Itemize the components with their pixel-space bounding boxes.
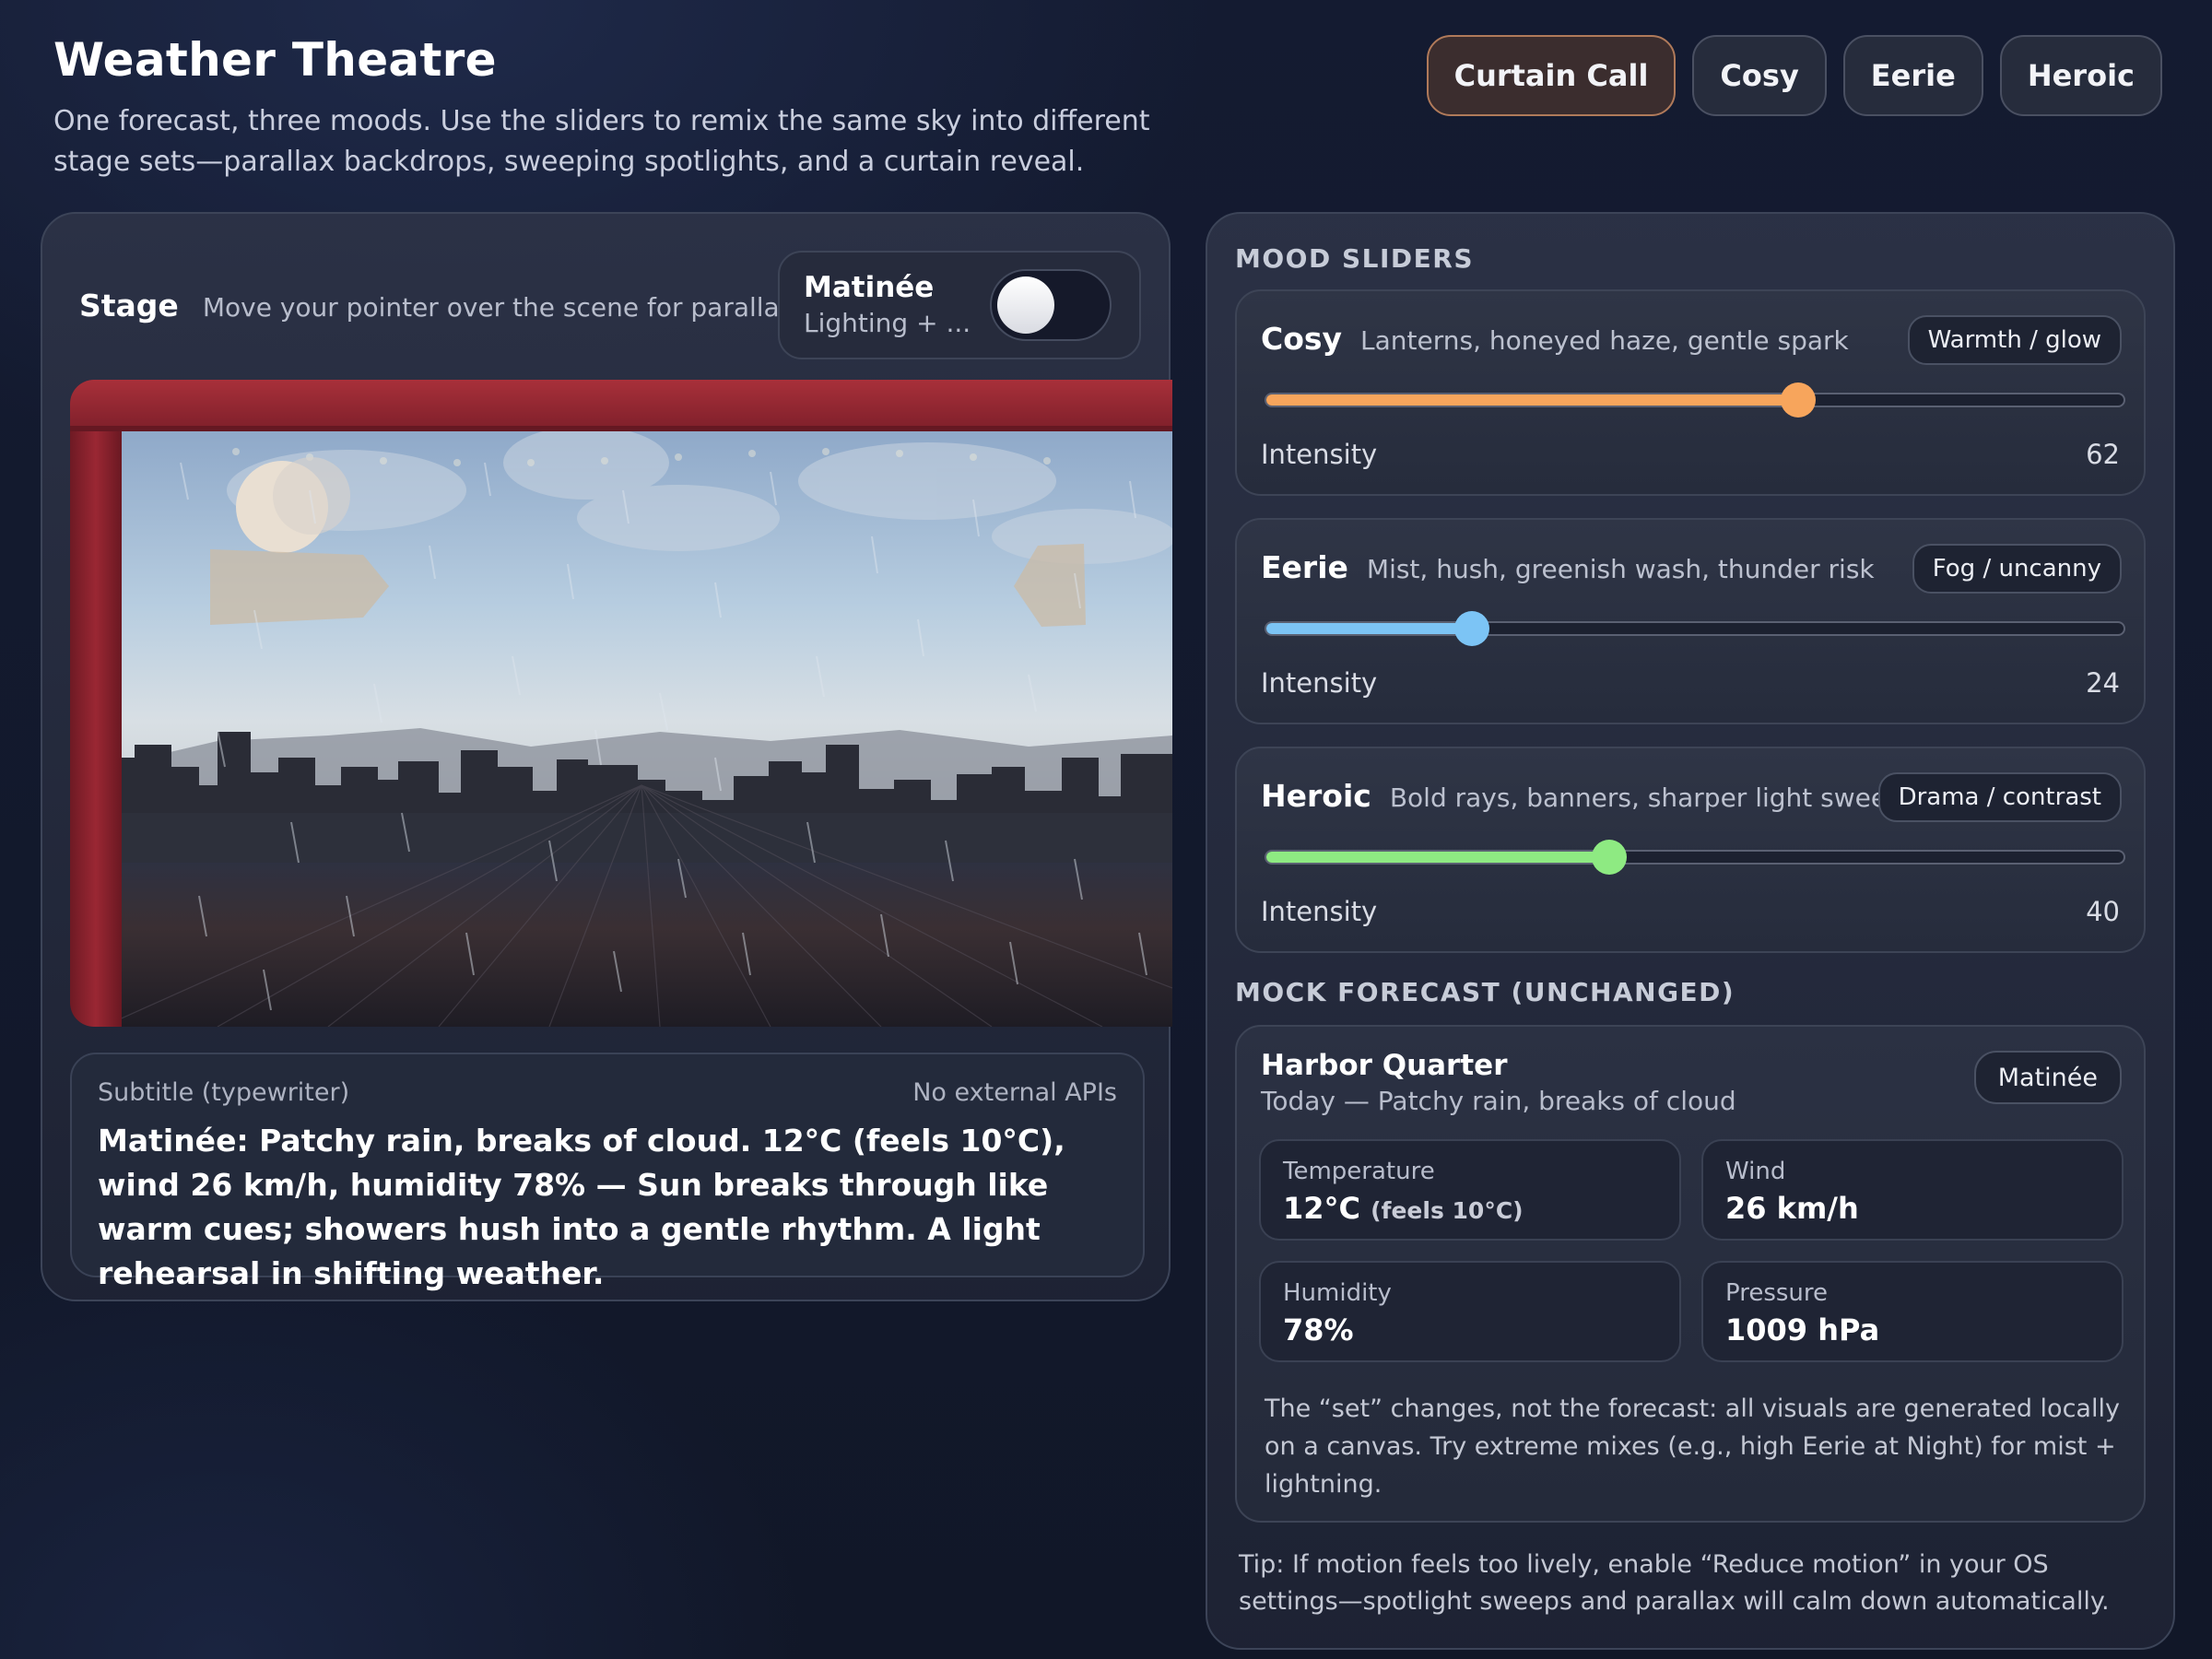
- wind-metric: Wind 26 km/h: [1701, 1139, 2124, 1241]
- matinee-switch[interactable]: [990, 269, 1112, 341]
- stage-hint: Move your pointer over the scene for par…: [202, 292, 805, 323]
- cosy-slider-card: Cosy Lanterns, honeyed haze, gentle spar…: [1235, 289, 2146, 496]
- temperature-metric: Temperature 12°C (feels 10°C): [1259, 1139, 1681, 1241]
- stage-canvas[interactable]: [70, 380, 1172, 1027]
- intensity-label: Intensity: [1261, 439, 1378, 470]
- slider-thumb[interactable]: [1780, 382, 1816, 418]
- mood-sliders-heading: MOOD SLIDERS: [1235, 243, 1474, 274]
- feels-like-value: (feels 10°C): [1371, 1197, 1524, 1224]
- intensity-value: 62: [2086, 439, 2120, 470]
- intensity-label: Intensity: [1261, 896, 1378, 927]
- temperature-value: 12°C: [1283, 1191, 1361, 1226]
- humidity-metric: Humidity 78%: [1259, 1261, 1681, 1362]
- heroic-preset-button[interactable]: Heroic: [1999, 35, 2162, 116]
- stage-header: Stage Move your pointer over the scene f…: [79, 288, 804, 324]
- eerie-preset-button[interactable]: Eerie: [1842, 35, 1983, 116]
- slider-description: Mist, hush, greenish wash, thunder risk: [1366, 554, 1875, 584]
- metric-label: Pressure: [1725, 1279, 1829, 1307]
- slider-name: Heroic: [1261, 778, 1371, 814]
- toggle-subtitle: Lighting + ...: [804, 308, 971, 338]
- slider-name: Eerie: [1261, 549, 1348, 585]
- metric-value: 26 km/h: [1725, 1191, 1859, 1226]
- cosy-slider[interactable]: [1265, 382, 2125, 418]
- stage-scene[interactable]: [70, 380, 1172, 1027]
- subtitle-box: Subtitle (typewriter) No external APIs M…: [70, 1053, 1145, 1291]
- slider-name: Cosy: [1261, 321, 1343, 357]
- stage-floor: [107, 863, 1172, 1027]
- intensity-value: 24: [2086, 667, 2120, 699]
- slider-thumb[interactable]: [1592, 840, 1627, 875]
- slider-description: Lanterns, honeyed haze, gentle spark: [1360, 325, 1849, 356]
- forecast-card: Harbor Quarter Today — Patchy rain, brea…: [1235, 1025, 2146, 1523]
- banner-left: [210, 549, 389, 625]
- metric-value: 78%: [1283, 1312, 1354, 1347]
- intensity-value: 40: [2086, 896, 2120, 927]
- metric-label: Wind: [1725, 1158, 1786, 1185]
- page-subtitle: One forecast, three moods. Use the slide…: [53, 105, 1150, 178]
- heroic-slider-card: Heroic Bold rays, banners, sharper light…: [1235, 747, 2146, 953]
- metric-label: Temperature: [1283, 1158, 1435, 1185]
- subtitle-label: Subtitle (typewriter): [98, 1078, 350, 1107]
- page-title: Weather Theatre: [53, 33, 497, 87]
- motion-tip: Tip: If motion feels too lively, enable …: [1239, 1550, 2110, 1616]
- metric-label: Humidity: [1283, 1279, 1392, 1307]
- curtain-left: [70, 431, 122, 1027]
- slider-description: Bold rays, banners, sharper light sweeps: [1389, 782, 1917, 813]
- forecast-lighting-chip: Matinée: [1973, 1051, 2122, 1104]
- slider-fill: [1266, 394, 1798, 406]
- slider-thumb[interactable]: [1454, 611, 1490, 646]
- forecast-place: Harbor Quarter: [1261, 1049, 1508, 1082]
- stage-panel: Stage Move your pointer over the scene f…: [41, 212, 1172, 1301]
- forecast-condition: Today — Patchy rain, breaks of cloud: [1261, 1086, 1736, 1116]
- eerie-slider[interactable]: [1265, 611, 2125, 646]
- slider-fill: [1266, 623, 1473, 634]
- metric-value: 12°C (feels 10°C): [1283, 1191, 1524, 1226]
- page-header: Weather Theatre One forecast, three mood…: [53, 33, 1252, 182]
- slider-chip: Warmth / glow: [1907, 315, 2122, 365]
- mood-panel: MOOD SLIDERS Cosy Lanterns, honeyed haze…: [1206, 212, 2175, 1650]
- switch-knob: [997, 276, 1054, 334]
- slider-chip: Fog / uncanny: [1912, 544, 2122, 594]
- slider-fill: [1266, 852, 1609, 863]
- cosy-preset-button[interactable]: Cosy: [1692, 35, 1827, 116]
- eerie-slider-card: Eerie Mist, hush, greenish wash, thunder…: [1235, 518, 2146, 724]
- intensity-label: Intensity: [1261, 667, 1378, 699]
- stage-label: Stage: [79, 288, 179, 324]
- toggle-title: Matinée: [804, 271, 935, 304]
- curtain-call-button[interactable]: Curtain Call: [1426, 35, 1677, 116]
- forecast-heading: MOCK FORECAST (UNCHANGED): [1235, 977, 1735, 1007]
- typewriter-subtitle: Matinée: Patchy rain, breaks of cloud. 1…: [98, 1123, 1065, 1291]
- mood-preset-buttons: Curtain Call Cosy Eerie Heroic: [1426, 35, 2162, 116]
- heroic-slider[interactable]: [1265, 840, 2125, 875]
- pressure-metric: Pressure 1009 hPa: [1701, 1261, 2124, 1362]
- curtain-valance: [70, 380, 1172, 431]
- slider-chip: Drama / contrast: [1877, 772, 2122, 822]
- no-apis-note: No external APIs: [912, 1078, 1117, 1107]
- metric-value: 1009 hPa: [1725, 1312, 1880, 1347]
- matinee-toggle-box[interactable]: Matinée Lighting + ...: [778, 251, 1141, 359]
- forecast-note: The “set” changes, not the forecast: all…: [1265, 1394, 2120, 1499]
